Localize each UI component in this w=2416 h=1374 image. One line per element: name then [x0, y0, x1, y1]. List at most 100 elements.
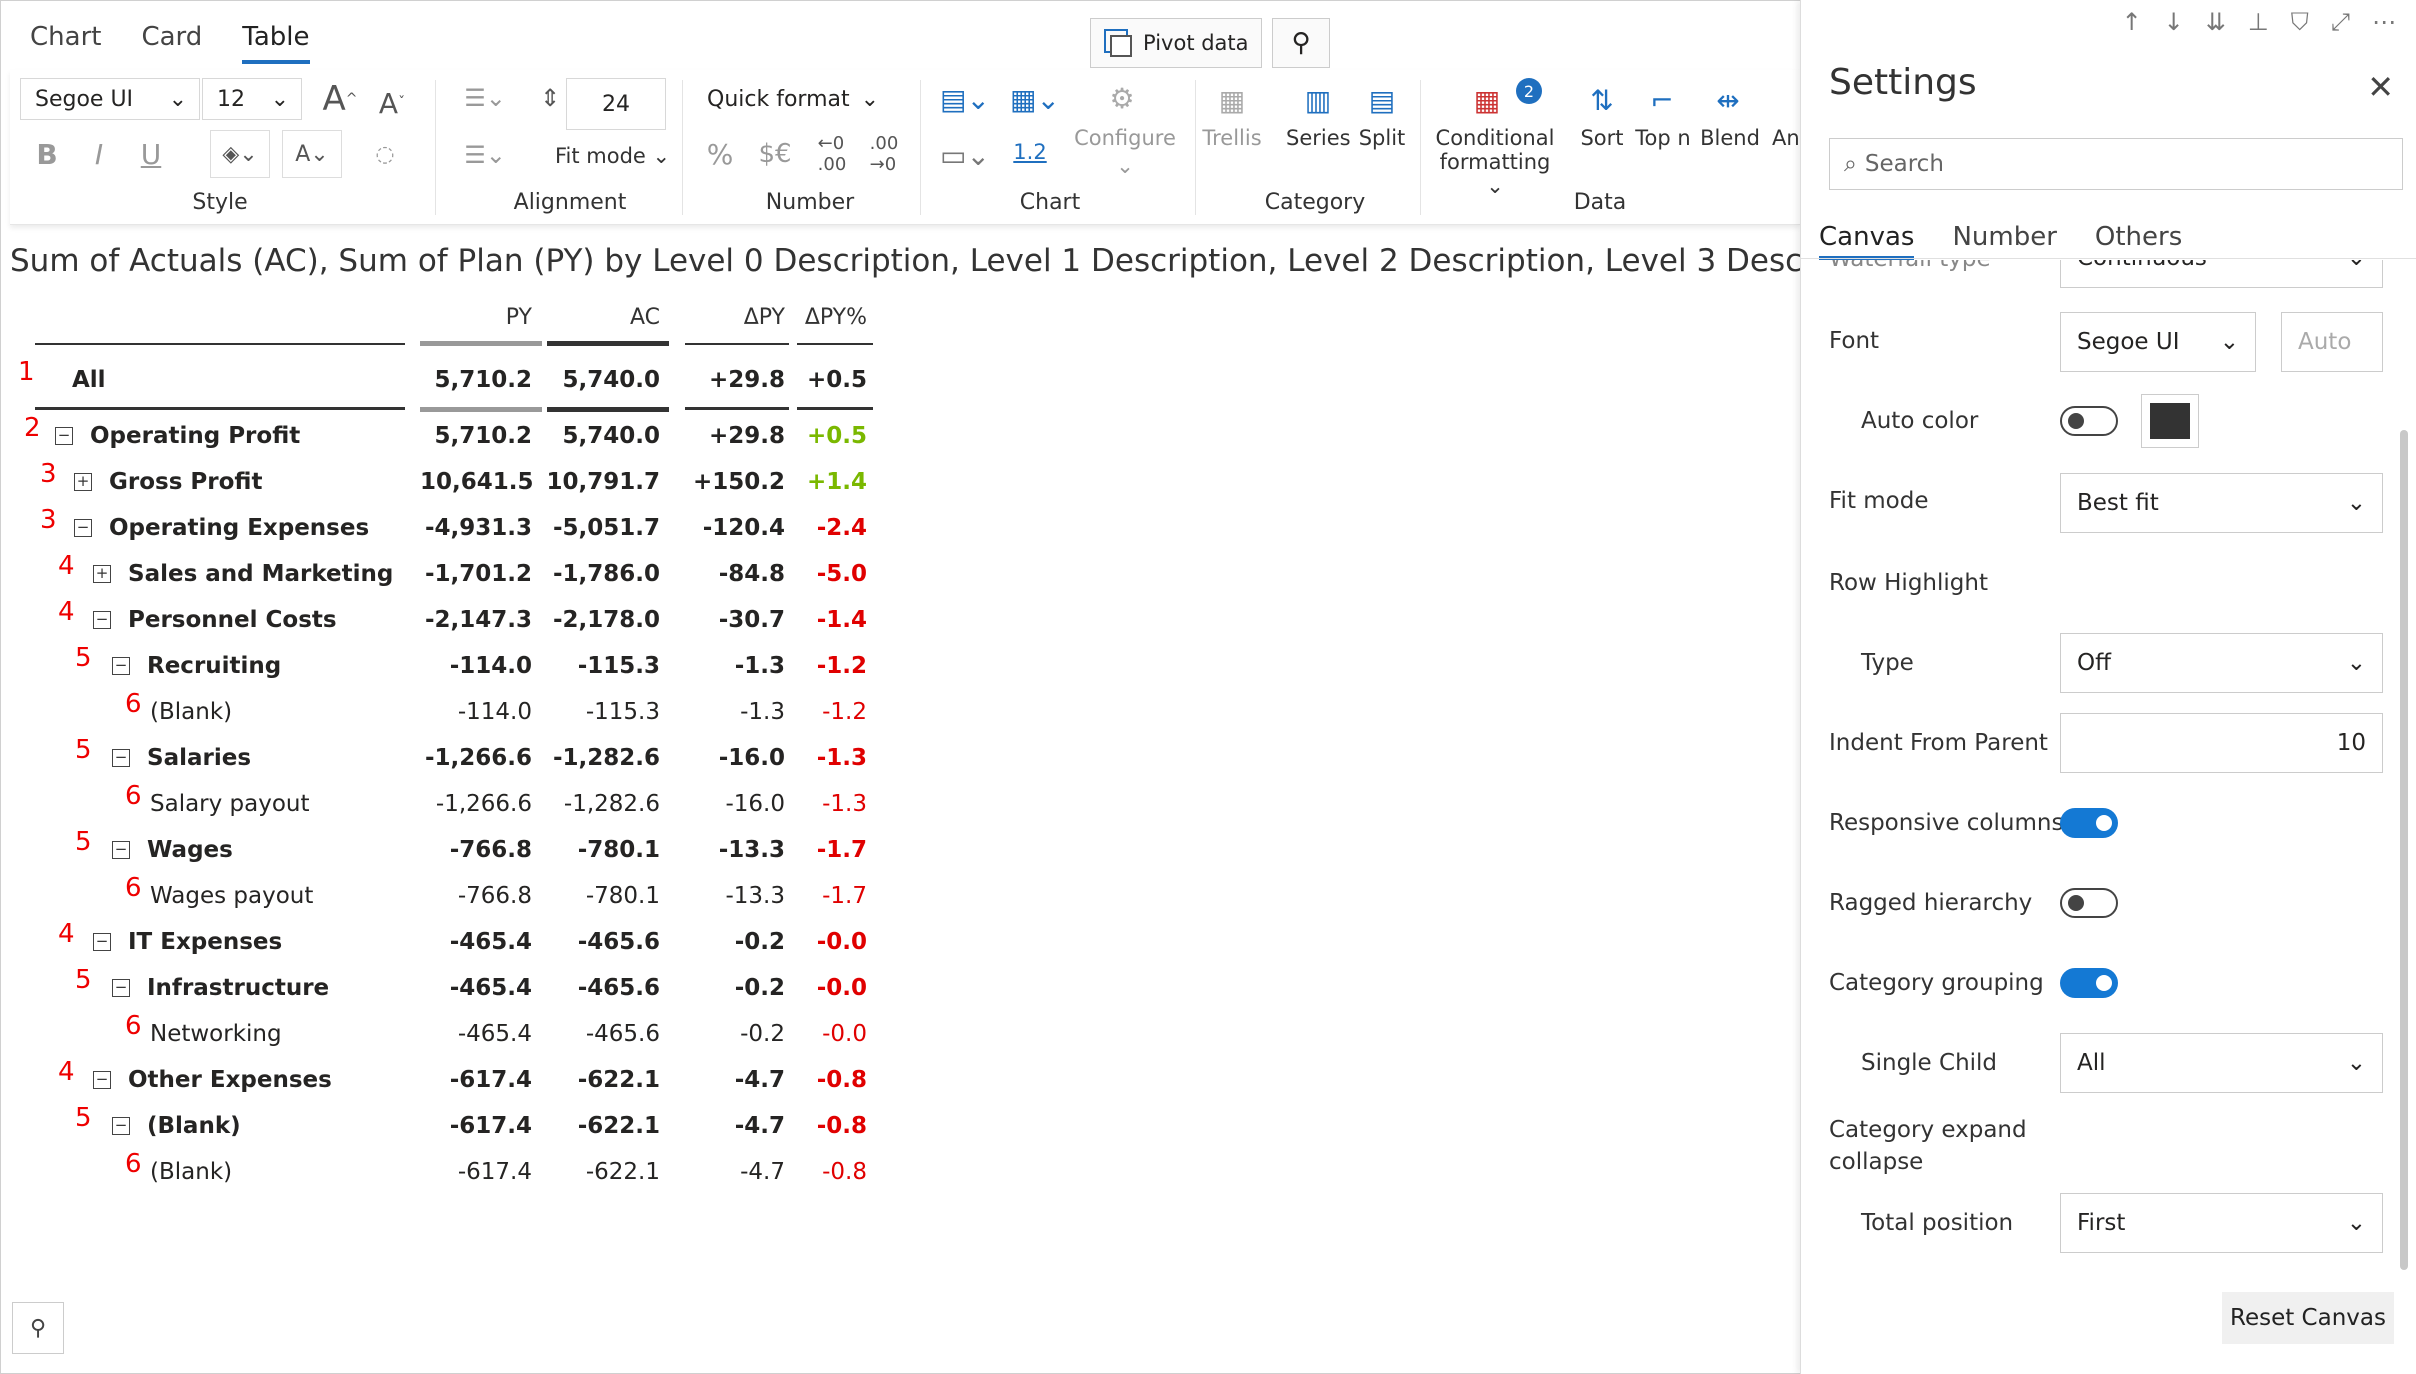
series-button[interactable]: Series: [1286, 126, 1351, 150]
table-row[interactable]: 3 + Gross Profit 10,641.5 10,791.7 +150.2 +1.4: [0, 459, 880, 505]
collapse-icon[interactable]: −: [55, 427, 73, 445]
fill-color-icon[interactable]: ◈⌄: [210, 130, 270, 178]
filter-icon[interactable]: ⛉: [2291, 8, 2309, 36]
waterfall-type-dropdown[interactable]: Continuous ⌄: [2060, 260, 2383, 288]
table-row[interactable]: 6 Salary payout -1,266.6 -1,282.6 -16.0 -1.3: [0, 781, 880, 827]
visual-options-icon[interactable]: ⚲: [12, 1302, 64, 1354]
auto-color-toggle[interactable]: [2060, 406, 2118, 436]
collapse-icon[interactable]: −: [93, 933, 111, 951]
conditional-formatting-button[interactable]: Conditional formatting ⌄: [1430, 126, 1560, 198]
arrow-down-icon[interactable]: ↓: [2164, 8, 2184, 36]
bold-icon[interactable]: B: [30, 134, 64, 174]
quick-format-select[interactable]: Quick format ⌄: [692, 78, 892, 120]
table-row[interactable]: 6 (Blank) -114.0 -115.3 -1.3 -1.2: [0, 689, 880, 735]
table-row[interactable]: 6 (Blank) -617.4 -622.1 -4.7 -0.8: [0, 1149, 880, 1195]
filter-settings-button[interactable]: ⚲: [1272, 18, 1330, 68]
table-row[interactable]: 4 + Sales and Marketing -1,701.2 -1,786.0 -84…: [0, 551, 880, 597]
decrease-decimal-icon[interactable]: ←0.00: [810, 133, 854, 175]
table-row[interactable]: 6 Networking -465.4 -465.6 -0.2 -0.0: [0, 1011, 880, 1057]
category-grouping-toggle[interactable]: [2060, 968, 2118, 998]
indent-input[interactable]: 10: [2060, 713, 2383, 773]
table-row[interactable]: 5 − (Blank) -617.4 -622.1 -4.7 -0.8: [0, 1103, 880, 1149]
trellis-icon[interactable]: ▦: [1210, 78, 1254, 122]
expand-icon[interactable]: +: [74, 473, 92, 491]
color-picker[interactable]: [2141, 394, 2199, 448]
table-row[interactable]: 4− IT Expenses -465.4 -465.6 -0.2 -0.0: [0, 919, 880, 965]
collapse-icon[interactable]: −: [74, 519, 92, 537]
collapse-icon[interactable]: −: [112, 841, 130, 859]
collapse-icon[interactable]: −: [112, 1117, 130, 1135]
valign-icon[interactable]: ☰⌄: [450, 135, 520, 175]
expand-icon[interactable]: +: [93, 565, 111, 583]
table-row[interactable]: 6 Wages payout -766.8 -780.1 -13.3 -1.7: [0, 873, 880, 919]
italic-icon[interactable]: I: [82, 134, 116, 174]
chart-position-icon[interactable]: ▭⌄: [935, 134, 995, 176]
table-row[interactable]: 5 − Wages -766.8 -780.1 -13.3 -1.7: [0, 827, 880, 873]
bar-chart-icon[interactable]: ▤⌄: [935, 78, 995, 120]
table-row[interactable]: 5 − Recruiting -114.0 -115.3 -1.3 -1.2: [0, 643, 880, 689]
close-icon[interactable]: ✕: [2367, 68, 2394, 106]
responsive-toggle[interactable]: [2060, 808, 2118, 838]
align-left-icon[interactable]: ☰⌄: [450, 78, 520, 118]
configure-icon[interactable]: ⚙: [1100, 78, 1144, 118]
split-icon[interactable]: ▤: [1360, 78, 1404, 122]
table-row[interactable]: 4− Other Expenses -617.4 -622.1 -4.7 -0.8: [0, 1057, 880, 1103]
settings-search-input[interactable]: ⌕ Search: [1829, 138, 2403, 190]
table-row[interactable]: 2− Operating Profit 5,710.2 5,740.0 +29.8 +0.…: [0, 413, 880, 459]
fit-mode-dropdown[interactable]: Best fit ⌄: [2060, 473, 2383, 533]
tab-chart[interactable]: Chart: [30, 22, 101, 64]
type-dropdown[interactable]: Off ⌄: [2060, 633, 2383, 693]
focus-mode-icon[interactable]: ⤢: [2331, 8, 2350, 36]
top-n-icon[interactable]: ⌐: [1640, 78, 1684, 122]
decimal-sample[interactable]: 1.2: [1010, 140, 1050, 164]
tab-others[interactable]: Others: [2095, 222, 2182, 260]
tab-number[interactable]: Number: [1952, 222, 2056, 260]
single-child-dropdown[interactable]: All ⌄: [2060, 1033, 2383, 1093]
increase-font-icon[interactable]: A ^: [320, 78, 360, 120]
table-row[interactable]: 4− Personnel Costs -2,147.3 -2,178.0 -30.7 -1…: [0, 597, 880, 643]
total-position-dropdown[interactable]: First ⌄: [2060, 1193, 2383, 1253]
table-row[interactable]: 3− Operating Expenses -4,931.3 -5,051.7 -120…: [0, 505, 880, 551]
collapse-icon[interactable]: −: [112, 979, 130, 997]
increase-decimal-icon[interactable]: .00 →0: [862, 133, 906, 175]
drill-icon[interactable]: ⊥: [2248, 8, 2269, 36]
decrease-font-icon[interactable]: Aˇ: [372, 82, 412, 124]
analytics-button-partial[interactable]: An: [1772, 126, 1802, 150]
table-row[interactable]: 1 All 5,710.2 5,740.0 +29.8 +0.5: [0, 357, 880, 403]
collapse-icon[interactable]: −: [112, 657, 130, 675]
more-options-icon[interactable]: ⋯: [2372, 8, 2396, 36]
configure-button[interactable]: Configure: [1070, 126, 1180, 150]
font-size-input[interactable]: Auto: [2281, 312, 2383, 372]
arrow-up-icon[interactable]: ↑: [2122, 8, 2142, 36]
chart-layout-icon[interactable]: ▦⌄: [1005, 78, 1065, 120]
currency-icon[interactable]: $€: [750, 134, 800, 174]
tab-card[interactable]: Card: [141, 22, 202, 64]
font-dropdown[interactable]: Segoe UI ⌄: [2060, 312, 2256, 372]
tab-canvas[interactable]: Canvas: [1819, 222, 1915, 260]
conditional-formatting-icon[interactable]: ▦: [1465, 78, 1509, 122]
sort-button[interactable]: Sort: [1572, 126, 1632, 150]
underline-icon[interactable]: U: [134, 134, 168, 174]
ragged-toggle[interactable]: [2060, 888, 2118, 918]
top-n-button[interactable]: Top n: [1630, 126, 1696, 150]
header-dpct[interactable]: ΔPY%: [795, 305, 867, 330]
reset-canvas-button[interactable]: Reset Canvas: [2222, 1292, 2394, 1344]
sort-icon[interactable]: ⇅: [1580, 78, 1624, 122]
hide-icon[interactable]: ◌: [365, 134, 405, 174]
blend-icon[interactable]: ⇹: [1706, 78, 1750, 122]
fit-mode-dropdown[interactable]: Fit mode ⌄: [555, 144, 675, 168]
table-row[interactable]: 5 − Salaries -1,266.6 -1,282.6 -16.0 -1.3: [0, 735, 880, 781]
percent-icon[interactable]: %: [700, 134, 740, 174]
font-color-icon[interactable]: A⌄: [282, 130, 342, 178]
font-family-select[interactable]: Segoe UI ⌄: [20, 78, 200, 120]
row-height-input[interactable]: 24: [566, 78, 666, 130]
double-down-icon[interactable]: ⇊: [2206, 8, 2226, 36]
header-ac[interactable]: AC: [545, 305, 660, 330]
panel-scrollbar[interactable]: [2400, 430, 2408, 1270]
pivot-data-button[interactable]: Pivot data: [1090, 18, 1262, 68]
font-size-select[interactable]: 12 ⌄: [202, 78, 302, 120]
trellis-button[interactable]: Trellis: [1200, 126, 1264, 150]
collapse-icon[interactable]: −: [93, 611, 111, 629]
collapse-icon[interactable]: −: [93, 1071, 111, 1089]
header-dpy[interactable]: ΔPY: [685, 305, 785, 330]
